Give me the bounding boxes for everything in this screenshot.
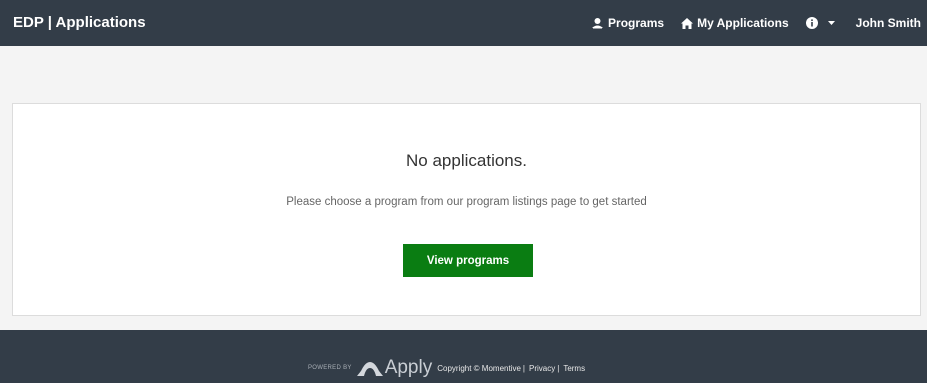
view-programs-button[interactable]: View programs xyxy=(403,244,533,277)
nav-programs-label: Programs xyxy=(608,16,665,30)
nav-my-applications-link[interactable]: My Applications xyxy=(681,16,789,30)
powered-by-label: POWERED BY xyxy=(308,365,352,371)
chevron-down-icon xyxy=(827,21,835,25)
empty-state-title: No applications. xyxy=(406,151,527,170)
nav-programs-link[interactable]: Programs xyxy=(591,16,664,30)
footer-separator: | xyxy=(557,363,560,373)
apply-logo-icon xyxy=(356,361,383,376)
empty-state-panel: No applications. Please choose a program… xyxy=(12,103,921,316)
terms-link[interactable]: Terms xyxy=(563,364,585,373)
user-menu[interactable]: John Smith xyxy=(856,16,921,30)
app-brand[interactable]: EDP | Applications xyxy=(13,0,146,46)
page-footer: POWERED BY Apply Copyright © Momentive |… xyxy=(0,330,927,383)
home-icon xyxy=(681,17,694,29)
programs-icon xyxy=(592,18,604,29)
empty-state-message: Please choose a program from our program… xyxy=(286,196,647,208)
footer-separator: | xyxy=(522,363,525,373)
privacy-link[interactable]: Privacy xyxy=(529,364,555,373)
top-navbar: EDP | Applications Programs My Applicati… xyxy=(0,0,927,46)
apply-logo-text: Apply xyxy=(384,357,433,378)
footer-content: POWERED BY Apply Copyright © Momentive |… xyxy=(308,357,585,379)
copyright-text: Copyright © Momentive xyxy=(437,363,521,373)
info-icon xyxy=(805,17,818,29)
nav-my-applications-label: My Applications xyxy=(697,16,789,30)
nav-links: Programs My Applications John Smith xyxy=(574,0,921,46)
apply-logo[interactable]: Apply xyxy=(356,357,433,379)
info-dropdown[interactable] xyxy=(805,17,839,29)
